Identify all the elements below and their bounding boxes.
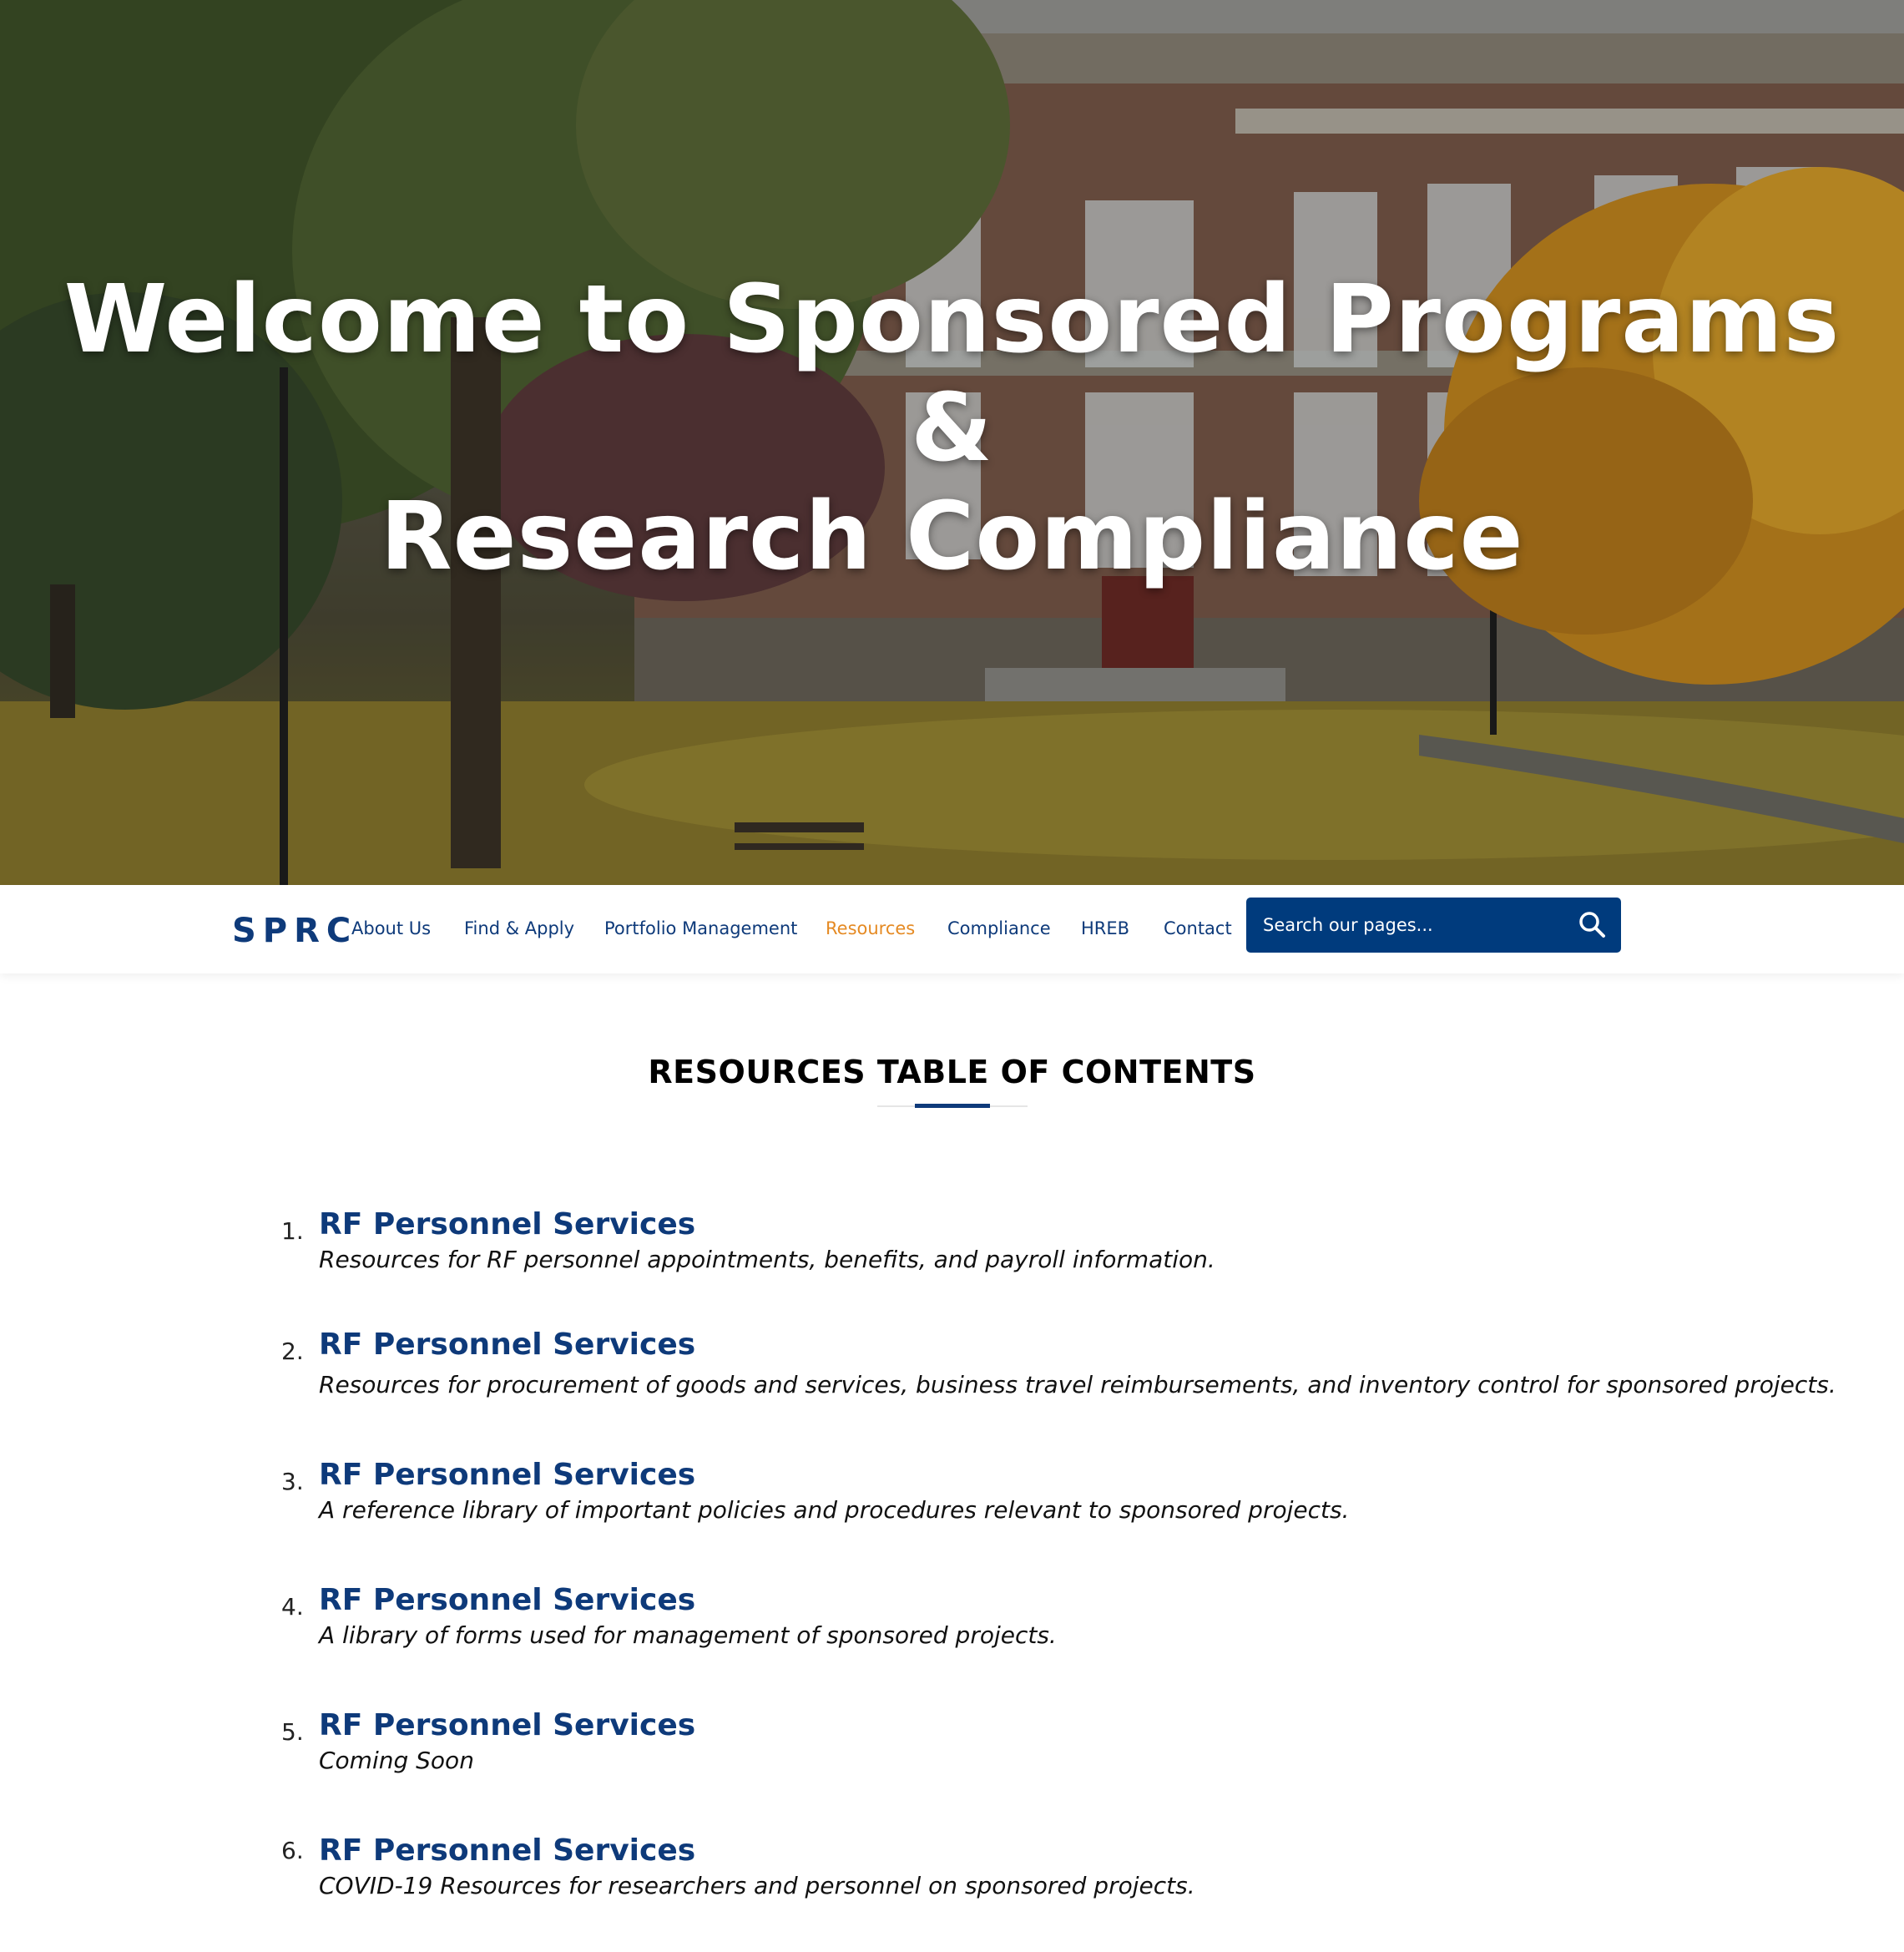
- list-item-number: 6.: [281, 1837, 304, 1864]
- hero-banner: Welcome to Sponsored Programs & Research…: [0, 0, 1904, 885]
- list-item: 6. RF Personnel Services COVID-19 Resour…: [0, 1833, 1904, 1925]
- search-box: [1246, 898, 1621, 953]
- hero-title: Welcome to Sponsored Programs & Research…: [0, 265, 1904, 591]
- hero-title-line-2: &: [911, 374, 993, 483]
- list-item: 3. RF Personnel Services A reference lib…: [0, 1458, 1904, 1550]
- resource-link[interactable]: RF Personnel Services: [319, 1458, 695, 1492]
- resource-link[interactable]: RF Personnel Services: [319, 1327, 695, 1362]
- resource-description: Coming Soon: [319, 1747, 474, 1774]
- search-button[interactable]: [1576, 908, 1609, 942]
- nav-item-about-us[interactable]: About Us: [351, 918, 431, 938]
- resource-description: COVID-19 Resources for researchers and p…: [319, 1872, 1195, 1899]
- list-item: 5. RF Personnel Services Coming Soon: [0, 1708, 1904, 1800]
- nav-item-resources[interactable]: Resources: [826, 918, 915, 938]
- resource-link[interactable]: RF Personnel Services: [319, 1583, 695, 1617]
- hero-title-line-1: Welcome to Sponsored Programs: [63, 265, 1841, 374]
- title-divider-accent: [915, 1104, 990, 1108]
- resource-description: Resources for RF personnel appointments,…: [319, 1246, 1215, 1273]
- list-item-number: 1.: [281, 1217, 304, 1245]
- list-item: 4. RF Personnel Services A library of fo…: [0, 1583, 1904, 1675]
- list-item-number: 2.: [281, 1338, 304, 1365]
- section-title: RESOURCES TABLE OF CONTENTS: [648, 1054, 1256, 1090]
- nav-item-find-apply[interactable]: Find & Apply: [464, 918, 574, 938]
- resource-link[interactable]: RF Personnel Services: [319, 1833, 695, 1868]
- search-input[interactable]: [1263, 898, 1555, 953]
- list-item-number: 4.: [281, 1593, 304, 1621]
- list-item: 1. RF Personnel Services Resources for R…: [0, 1207, 1904, 1299]
- list-item: 2. RF Personnel Services Resources for p…: [0, 1327, 1904, 1419]
- page: Welcome to Sponsored Programs & Research…: [0, 0, 1904, 1952]
- nav-item-hreb[interactable]: HREB: [1081, 918, 1129, 938]
- nav-item-portfolio-management[interactable]: Portfolio Management: [604, 918, 797, 938]
- nav-item-contact[interactable]: Contact: [1164, 918, 1232, 938]
- resource-description: A reference library of important policie…: [319, 1496, 1350, 1524]
- hero-title-line-3: Research Compliance: [380, 483, 1524, 591]
- nav-item-compliance[interactable]: Compliance: [947, 918, 1051, 938]
- main-navbar: SPRC About Us Find & Apply Portfolio Man…: [0, 885, 1904, 973]
- brand-logo[interactable]: SPRC: [232, 912, 357, 950]
- search-icon: [1579, 912, 1605, 938]
- resource-description: Resources for procurement of goods and s…: [319, 1371, 1836, 1398]
- resource-link[interactable]: RF Personnel Services: [319, 1708, 695, 1742]
- list-item-number: 3.: [281, 1468, 304, 1495]
- resource-description: A library of forms used for management o…: [319, 1621, 1057, 1649]
- list-item-number: 5.: [281, 1718, 304, 1746]
- resource-link[interactable]: RF Personnel Services: [319, 1207, 695, 1241]
